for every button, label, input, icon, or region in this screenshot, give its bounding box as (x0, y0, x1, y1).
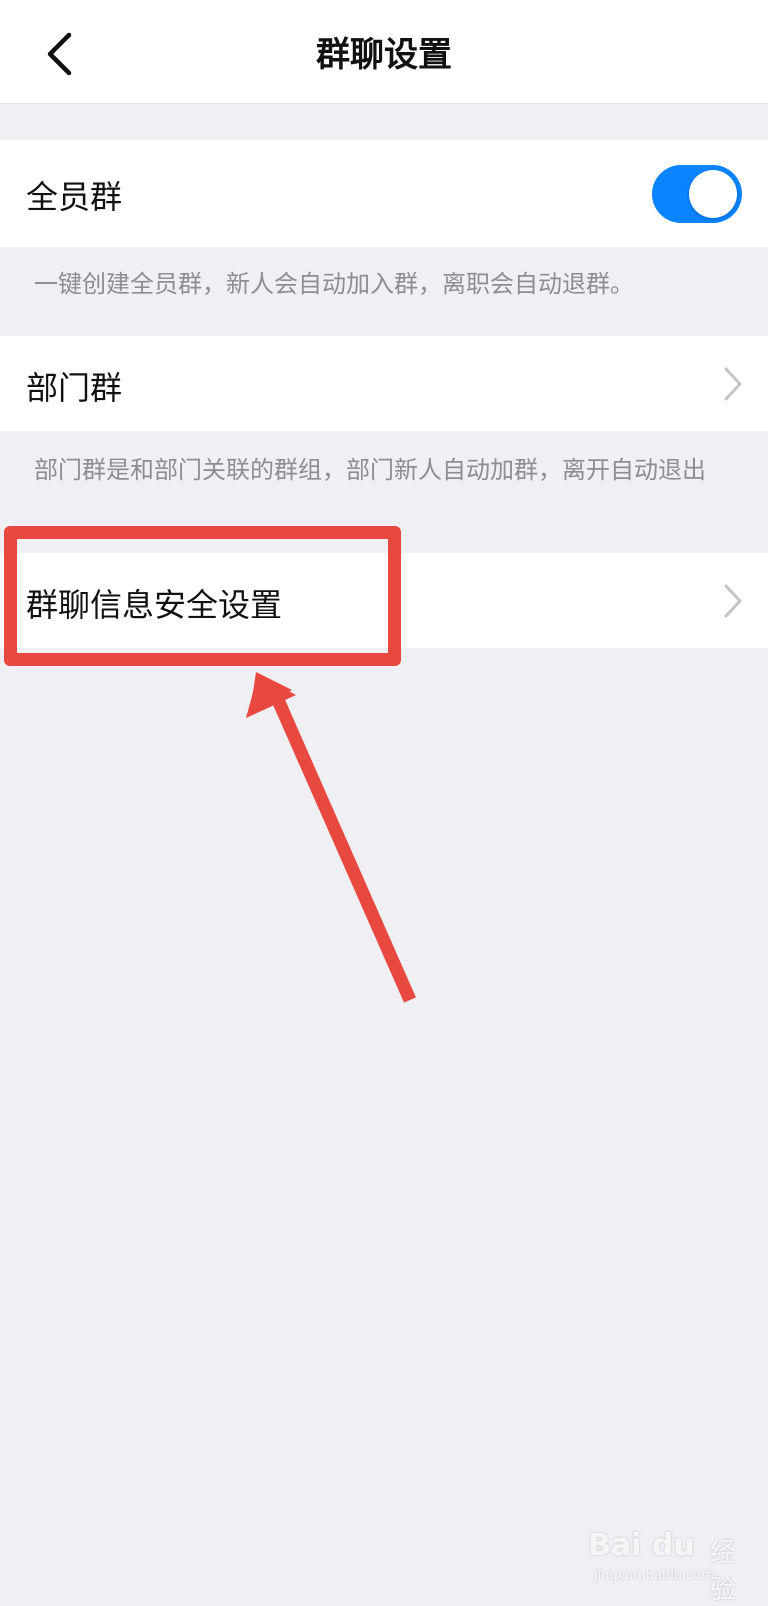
chevron-right-icon (724, 367, 742, 401)
back-button[interactable] (30, 24, 90, 84)
all-staff-group-label: 全员群 (26, 178, 123, 216)
toggle-knob (689, 170, 737, 218)
chevron-left-icon (47, 32, 72, 76)
department-group-cell[interactable]: 部门群 (0, 336, 768, 431)
all-staff-group-toggle[interactable] (652, 165, 742, 223)
watermark-logo: Bai du (588, 1528, 695, 1563)
department-group-label: 部门群 (26, 369, 123, 407)
security-settings-cell[interactable]: 群聊信息安全设置 (0, 553, 768, 648)
chevron-right-icon (724, 584, 742, 618)
security-settings-label: 群聊信息安全设置 (26, 586, 283, 624)
watermark: Bai du 经验 jingyan.baidu.com (588, 1528, 758, 1605)
page-title: 群聊设置 (316, 35, 452, 75)
watermark-text: 经验 (710, 1538, 737, 1605)
watermark-url: jingyan.baidu.com (594, 1568, 714, 1583)
all-staff-group-description: 一键创建全员群，新人会自动加入群，离职会自动退群。 (34, 270, 634, 298)
department-group-description: 部门群是和部门关联的群组，部门新人自动加群，离开自动退出 (34, 456, 706, 484)
nav-bar: 群聊设置 (0, 0, 768, 104)
